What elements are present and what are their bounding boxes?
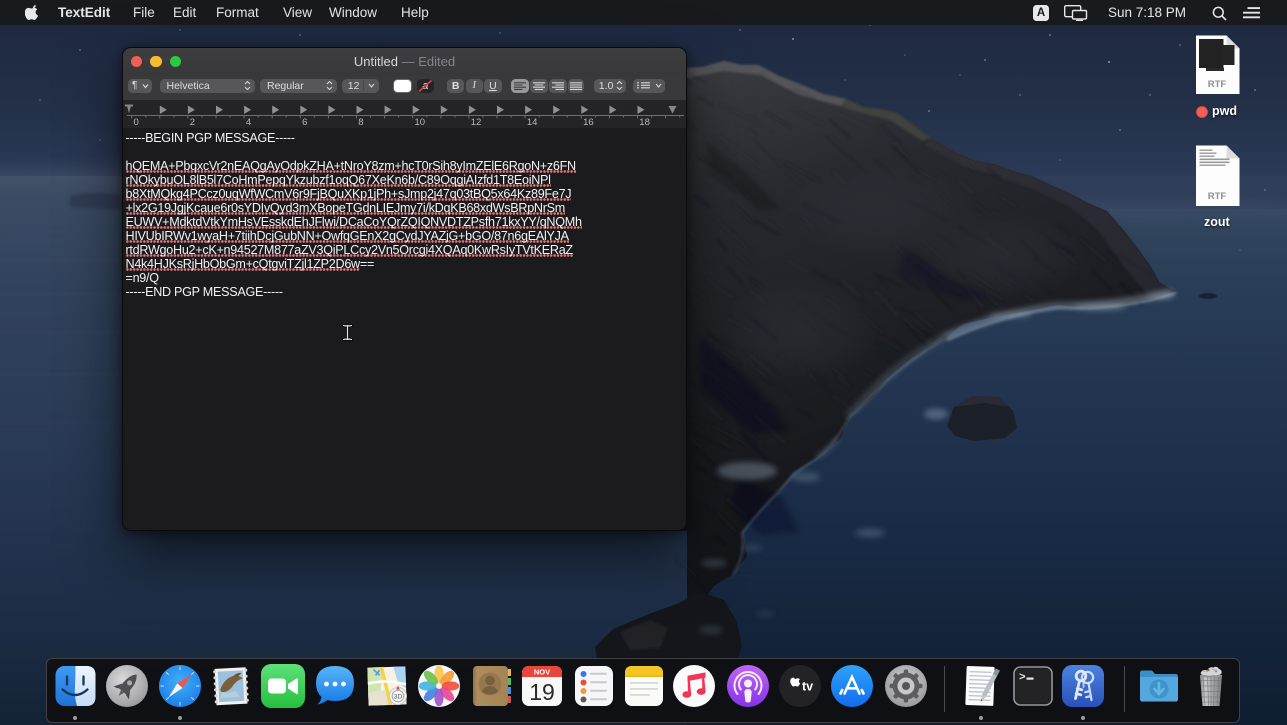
svg-text:tv: tv xyxy=(802,680,813,694)
svg-text:NOV: NOV xyxy=(533,668,549,677)
svg-text:19: 19 xyxy=(529,679,555,705)
svg-text:3D: 3D xyxy=(393,694,402,701)
svg-text:>: > xyxy=(1019,672,1026,684)
